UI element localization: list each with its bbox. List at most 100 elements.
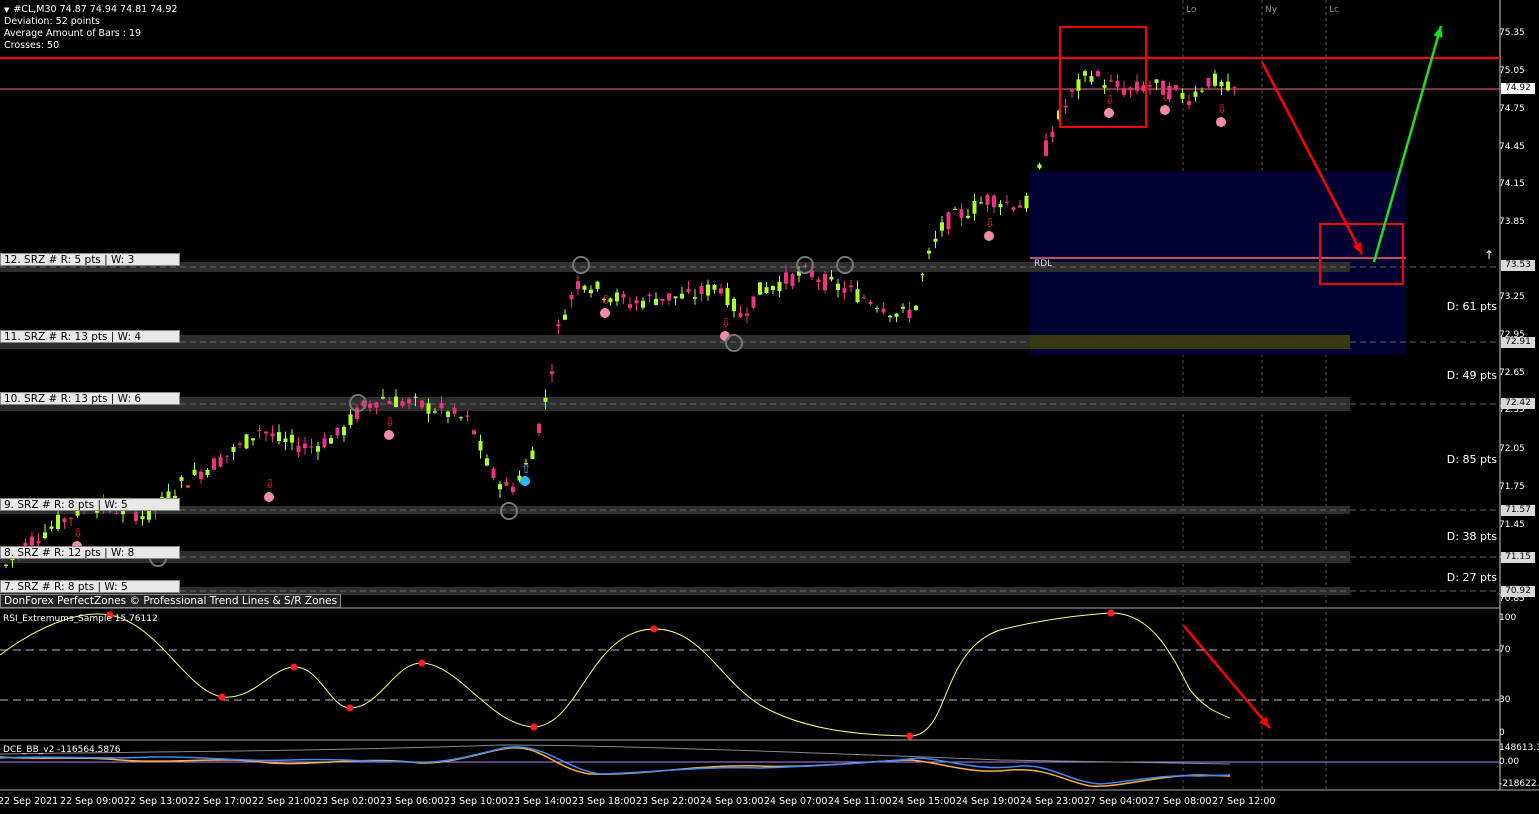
srz-label-12[interactable]: 12. SRZ # R: 5 pts | W: 3 (0, 253, 180, 266)
bear-candle (556, 324, 561, 326)
bull-candle (615, 292, 619, 302)
bull-candle (706, 284, 710, 296)
symbol-ohlc: #CL,M30 74.87 74.94 74.81 74.92 (13, 4, 178, 15)
srz-label-11[interactable]: 11. SRZ # R: 13 pts | W: 4 (0, 330, 180, 343)
trading-terminal-chart: ⇩ ⇩ ⇩ ⇩ ⇩ ⇩ ⇩ ⇩ ⇩ ⇧ ↑ ▼ #CL,M30 74.87 74.94 74.81 7… (0, 0, 1539, 814)
bear-candle (511, 486, 515, 493)
rsi-extremum-dot (1107, 609, 1115, 617)
time-axis-label: 22 Sep 09:00 (60, 796, 124, 807)
bull-candle (283, 438, 288, 443)
bear-candle (569, 294, 574, 300)
bear-candle (1018, 205, 1022, 208)
bull-candle (329, 437, 333, 444)
bear-candle (1096, 71, 1100, 77)
bull-candle (758, 282, 762, 295)
dropdown-triangle-icon[interactable]: ▼ (4, 6, 9, 14)
sell-signal-dot (264, 492, 274, 502)
session-london: Lo (1186, 5, 1197, 15)
bull-candle (290, 434, 294, 443)
bull-candle (179, 477, 184, 481)
bear-candle (790, 274, 795, 287)
bear-candle (504, 482, 509, 486)
bull-candle (1037, 164, 1042, 169)
dce-level: 0.00 (1499, 757, 1520, 767)
bull-candle (589, 289, 593, 294)
bull-candle (595, 281, 600, 289)
current-price-tag: 74.92 (1501, 83, 1535, 94)
bull-candle (894, 313, 899, 317)
zone-price-tag: 73.53 (1501, 260, 1535, 271)
annotation-arrow-up (1372, 25, 1443, 263)
bull-candle (342, 426, 346, 436)
price-chart[interactable]: ⇩ ⇩ ⇩ ⇩ ⇩ ⇩ ⇩ ⇩ ⇩ ⇧ ↑ (0, 0, 1539, 814)
bull-candle (459, 417, 463, 419)
price-axis-tick: 72.05 (1499, 444, 1525, 454)
time-axis-label: 23 Sep 10:00 (444, 796, 508, 807)
bull-candle (4, 564, 8, 566)
srz-label-10[interactable]: 10. SRZ # R: 13 pts | W: 6 (0, 392, 180, 405)
bear-candle (823, 273, 827, 291)
bear-candle (439, 402, 444, 409)
bull-candle (680, 293, 684, 299)
bull-candle (231, 447, 236, 453)
srz-label-8[interactable]: 8. SRZ # R: 12 pts | W: 8 (0, 546, 180, 559)
bear-candle (751, 296, 756, 308)
down-arrow-signal-icon: ⇩ (985, 216, 995, 230)
bear-candle (62, 518, 67, 523)
time-axis-label: 22 Sep 13:00 (124, 796, 188, 807)
down-arrow-signal-icon: ⇩ (385, 415, 395, 429)
bull-candle (530, 450, 535, 459)
bull-candle (888, 315, 892, 318)
bear-candle (907, 309, 912, 319)
rsi-extremum-dot (346, 704, 354, 712)
bull-candle (413, 396, 418, 398)
buy-signal-dot (520, 476, 530, 486)
bull-candle (394, 396, 398, 408)
bull-candle (433, 411, 437, 413)
time-axis-label: 23 Sep 02:00 (316, 796, 380, 807)
bear-candle (686, 289, 691, 293)
bull-candle (1180, 93, 1185, 99)
bull-candle (426, 403, 431, 414)
bull-candle (1089, 76, 1094, 82)
bull-candle (277, 432, 281, 441)
avg-bars-text: Average Amount of Bars : 19 (4, 28, 142, 39)
down-arrow-signal-icon: ⇩ (721, 316, 731, 330)
bull-candle (498, 484, 502, 490)
time-axis-label: 24 Sep 23:00 (1020, 796, 1084, 807)
dce-level: -218622. (1499, 779, 1539, 789)
bull-candle (478, 440, 483, 451)
bear-candle (218, 457, 223, 467)
bear-candle (270, 433, 275, 437)
down-arrow-signal-icon: ⇩ (265, 477, 275, 491)
bull-candle (381, 396, 385, 399)
srz-label-7[interactable]: 7. SRZ # R: 8 pts | W: 5 (0, 580, 180, 593)
distance-label: D: 49 pts (1446, 369, 1497, 382)
rsi-line (0, 612, 1231, 737)
distance-label: D: 27 pts (1446, 571, 1497, 584)
dce-blue-line (0, 746, 1231, 785)
bear-candle (335, 427, 340, 436)
srz-label-9[interactable]: 9. SRZ # R: 8 pts | W: 5 (0, 498, 180, 511)
bear-candle (238, 443, 242, 445)
bear-candle (784, 272, 788, 284)
bull-candle (732, 298, 736, 312)
price-axis-tick: 74.45 (1499, 142, 1525, 152)
price-axis-tick: 75.05 (1499, 66, 1525, 76)
bull-candle (764, 287, 769, 294)
bear-candle (946, 212, 951, 230)
bear-candle (803, 265, 808, 267)
bull-candle (673, 296, 678, 299)
bull-candle (485, 458, 489, 466)
time-axis-label: 22 Sep 2021 (0, 796, 59, 807)
bear-candle (452, 407, 457, 414)
bull-candle (855, 289, 860, 303)
session-london-close: Lc (1329, 5, 1339, 15)
bear-candle (1232, 86, 1237, 88)
zone-price-tag: 71.57 (1501, 505, 1535, 516)
bull-candle (1193, 91, 1198, 97)
time-axis-label: 27 Sep 04:00 (1084, 796, 1148, 807)
bull-candle (777, 281, 782, 292)
bull-candle (654, 298, 658, 306)
price-axis-tick: 71.45 (1499, 520, 1525, 530)
